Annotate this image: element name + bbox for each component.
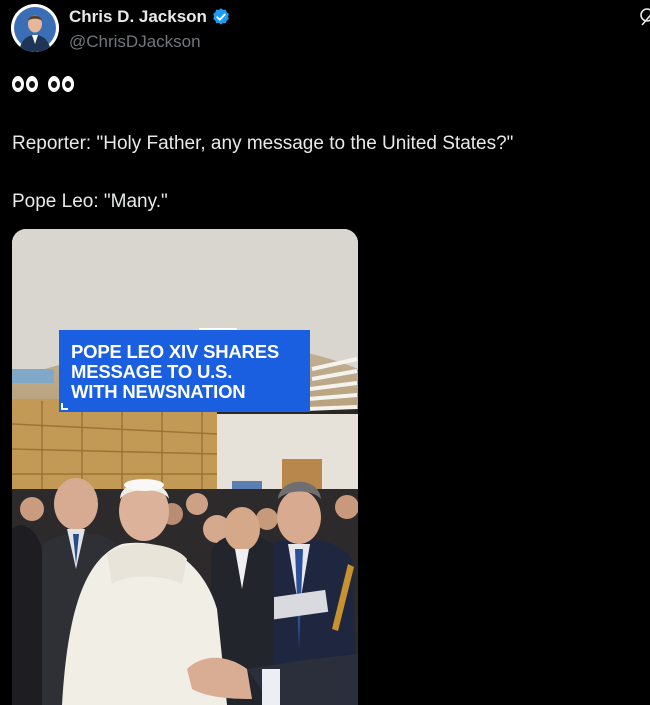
news-caption-banner: POPE LEO XIV SHARES MESSAGE TO U.S. WITH… [59, 328, 310, 412]
author-name-row[interactable]: Chris D. Jackson [69, 7, 231, 27]
eyes-emoji-line [12, 76, 74, 92]
tweet-text-line: Reporter: "Holy Father, any message to t… [12, 133, 514, 154]
scene-illustration [12, 229, 358, 705]
tweet-page: Chris D. Jackson @ChrisDJackson Reporter… [0, 0, 650, 705]
display-name[interactable]: Chris D. Jackson [69, 7, 207, 27]
caption-line: POPE LEO XIV SHARES [71, 341, 279, 362]
verified-badge-icon [211, 7, 231, 27]
caption-corner-mark [61, 403, 68, 410]
caption-line: WITH NEWSNATION [71, 381, 246, 402]
eyes-emoji-icon [48, 76, 74, 92]
author-handle[interactable]: @ChrisDJackson [69, 32, 201, 52]
avatar[interactable] [11, 4, 59, 52]
video-thumbnail[interactable]: POPE LEO XIV SHARES MESSAGE TO U.S. WITH… [12, 229, 358, 705]
caption-accent-bar [199, 328, 237, 330]
caption-line: MESSAGE TO U.S. [71, 361, 233, 382]
tweet-text-line: Pope Leo: "Many." [12, 191, 168, 212]
eyes-emoji-icon [12, 76, 38, 92]
grok-icon[interactable] [638, 6, 650, 28]
